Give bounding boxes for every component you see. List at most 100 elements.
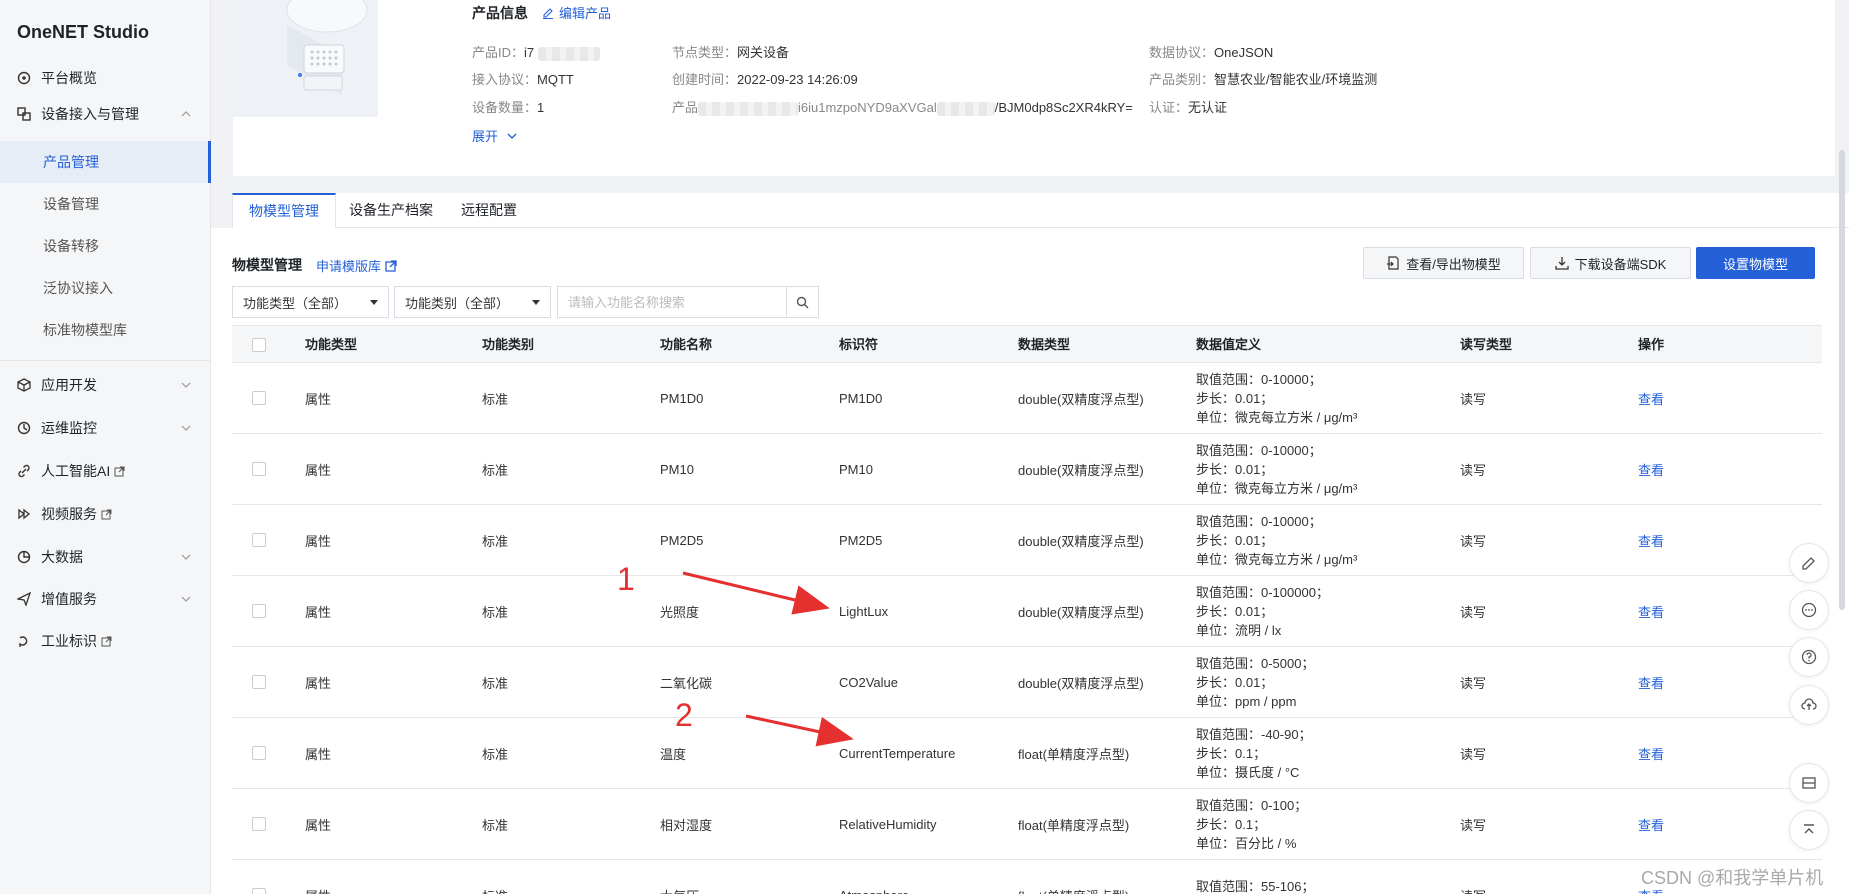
row-checkbox[interactable] <box>252 391 266 405</box>
row-checkbox[interactable] <box>252 675 266 689</box>
annotation-number-1: 1 <box>617 561 635 597</box>
chat-icon <box>1801 602 1817 618</box>
dashboard-icon <box>17 71 31 85</box>
row-checkbox[interactable] <box>252 746 266 760</box>
definition-unit: 单位：流明 / lx <box>1196 623 1282 638</box>
cell-category: 标准 <box>482 605 509 620</box>
setup-model-button[interactable]: 设置物模型 <box>1696 247 1815 279</box>
row-checkbox[interactable] <box>252 888 266 894</box>
cell-identifier: RelativeHumidity <box>839 817 937 832</box>
sidebar-item-device-access[interactable]: 设备接入与管理 <box>0 95 211 133</box>
collapse-panel-button[interactable] <box>1789 763 1829 803</box>
select-all-checkbox[interactable] <box>252 338 266 352</box>
definition-range: 取值范围：0-100； <box>1196 798 1308 813</box>
tab-model-management[interactable]: 物模型管理 <box>232 193 336 228</box>
chevron-down-icon <box>181 554 191 560</box>
cell-definition: 取值范围：55-106；步长：0.1； <box>1196 860 1314 894</box>
sidebar-item-ai[interactable]: 人工智能AI <box>0 452 211 490</box>
definition-unit: 单位：摄氏度 / °C <box>1196 765 1300 780</box>
product-category-field: 产品类别：智慧农业/智能农业/环境监测 <box>1149 72 1378 87</box>
sidebar-item-bigdata[interactable]: 大数据 <box>0 538 211 576</box>
view-link[interactable]: 查看 <box>1638 815 1664 834</box>
sidebar-item-app-dev[interactable]: 应用开发 <box>0 366 211 404</box>
feedback-edit-button[interactable] <box>1789 543 1829 583</box>
cell-identifier: CO2Value <box>839 675 899 690</box>
sidebar-item-overview[interactable]: 平台概览 <box>0 59 211 97</box>
help-button[interactable] <box>1789 637 1829 677</box>
sidebar-item-label: 人工智能AI <box>41 463 111 479</box>
view-link[interactable]: 查看 <box>1638 744 1664 763</box>
send-icon <box>17 592 31 606</box>
search-button[interactable] <box>786 286 819 318</box>
row-checkbox[interactable] <box>252 533 266 547</box>
view-link[interactable]: 查看 <box>1638 389 1664 408</box>
cell-type: 属性 <box>305 605 332 620</box>
download-icon <box>1554 257 1569 270</box>
view-link[interactable]: 查看 <box>1638 673 1664 692</box>
section-title: 物模型管理 <box>232 257 302 273</box>
sidebar-subitem-product[interactable]: 产品管理 <box>0 141 211 183</box>
header-rw: 读写类型 <box>1460 337 1513 352</box>
cell-definition: 取值范围：-40-90； 步长：0.1； 单位：摄氏度 / °C <box>1196 718 1312 789</box>
cell-category: 标准 <box>482 676 509 691</box>
cell-datatype: double(双精度浮点型) <box>1018 534 1144 549</box>
sidebar-item-label: 应用开发 <box>41 377 97 393</box>
cell-type: 属性 <box>305 747 332 762</box>
sidebar-item-value-added[interactable]: 增值服务 <box>0 580 211 618</box>
chevron-up-icon <box>181 111 191 117</box>
cell-category: 标准 <box>482 818 509 833</box>
cell-datatype: float(单精度浮点型) <box>1018 747 1130 762</box>
table-row: 属性 标准 二氧化碳 CO2Value double(双精度浮点型) 读写 取值范围：0-5… <box>232 647 1822 718</box>
download-sdk-button[interactable]: 下载设备端SDK <box>1530 247 1691 279</box>
panel-icon <box>1802 777 1816 789</box>
view-link[interactable]: 查看 <box>1638 531 1664 550</box>
sidebar-subitem-protocol[interactable]: 泛协议接入 <box>0 267 211 309</box>
cell-datatype: float(单精度浮点型) <box>1018 818 1130 833</box>
page-scrollbar[interactable] <box>1839 150 1845 610</box>
table-row: 属性 标准 PM1D0 PM1D0 double(双精度浮点型) 读写 取值范围：0-100… <box>232 363 1822 434</box>
definition-range: 取值范围：55-106； <box>1196 878 1315 894</box>
cell-type: 属性 <box>305 860 331 894</box>
cell-action: 查看 <box>1638 789 1664 860</box>
tab-production-archive[interactable]: 设备生产档案 <box>333 193 449 228</box>
table-row: 属性 标准 PM2D5 PM2D5 double(双精度浮点型) 读写 取值范围：0-100… <box>232 505 1822 576</box>
function-category-select[interactable]: 功能类别（全部） <box>394 286 551 318</box>
sidebar-subitem-standard-model[interactable]: 标准物模型库 <box>0 309 211 351</box>
external-link-icon <box>101 636 112 646</box>
table-row: 属性标准大气压Atmospherefloat(单精度浮点型)读写取值范围：55-… <box>232 860 1822 894</box>
cell-definition: 取值范围：0-100； 步长：0.1； 单位：百分比 / % <box>1196 789 1307 860</box>
definition-step: 步长：0.01； <box>1196 675 1274 690</box>
function-type-select[interactable]: 功能类型（全部） <box>232 286 389 318</box>
sidebar-item-industrial-id[interactable]: 工业标识 <box>0 622 211 660</box>
definition-range: 取值范围：-40-90； <box>1196 727 1312 742</box>
cell-type: 属性 <box>305 676 332 691</box>
question-icon <box>1801 649 1817 665</box>
upload-button[interactable] <box>1789 685 1829 725</box>
product-id-value: i7 <box>524 45 535 60</box>
view-link[interactable]: 查看 <box>1638 460 1664 479</box>
edit-product-link[interactable]: 编辑产品 <box>542 3 611 22</box>
apply-template-link[interactable]: 申请模版库 <box>316 256 397 275</box>
cell-datatype: double(双精度浮点型) <box>1018 676 1144 691</box>
sidebar-subitem-device[interactable]: 设备管理 <box>0 183 211 225</box>
view-link[interactable]: 查看 <box>1638 602 1664 621</box>
sidebar-item-ops[interactable]: 运维监控 <box>0 409 211 447</box>
function-name-search-input[interactable] <box>557 286 787 318</box>
row-checkbox[interactable] <box>252 817 266 831</box>
view-export-model-button[interactable]: 查看/导出物模型 <box>1363 247 1524 279</box>
auth-field: 认证：无认证 <box>1149 100 1228 115</box>
back-to-top-button[interactable] <box>1789 810 1829 850</box>
sidebar-subitem-transfer[interactable]: 设备转移 <box>0 225 211 267</box>
cell-rw: 读写 <box>1460 676 1487 691</box>
expand-toggle[interactable]: 展开 <box>472 126 518 145</box>
row-checkbox[interactable] <box>252 604 266 618</box>
sidebar-item-label: 设备接入与管理 <box>41 106 139 122</box>
watermark: CSDN @和我学单片机 <box>1641 868 1824 888</box>
tab-remote-config[interactable]: 远程配置 <box>445 193 533 228</box>
cell-name: 光照度 <box>660 605 700 620</box>
definition-unit: 单位：微克每立方米 / μg/m³ <box>1196 552 1358 567</box>
back-to-top-icon <box>1804 824 1814 834</box>
sidebar-item-video[interactable]: 视频服务 <box>0 495 211 533</box>
row-checkbox[interactable] <box>252 462 266 476</box>
chat-button[interactable] <box>1789 590 1829 630</box>
